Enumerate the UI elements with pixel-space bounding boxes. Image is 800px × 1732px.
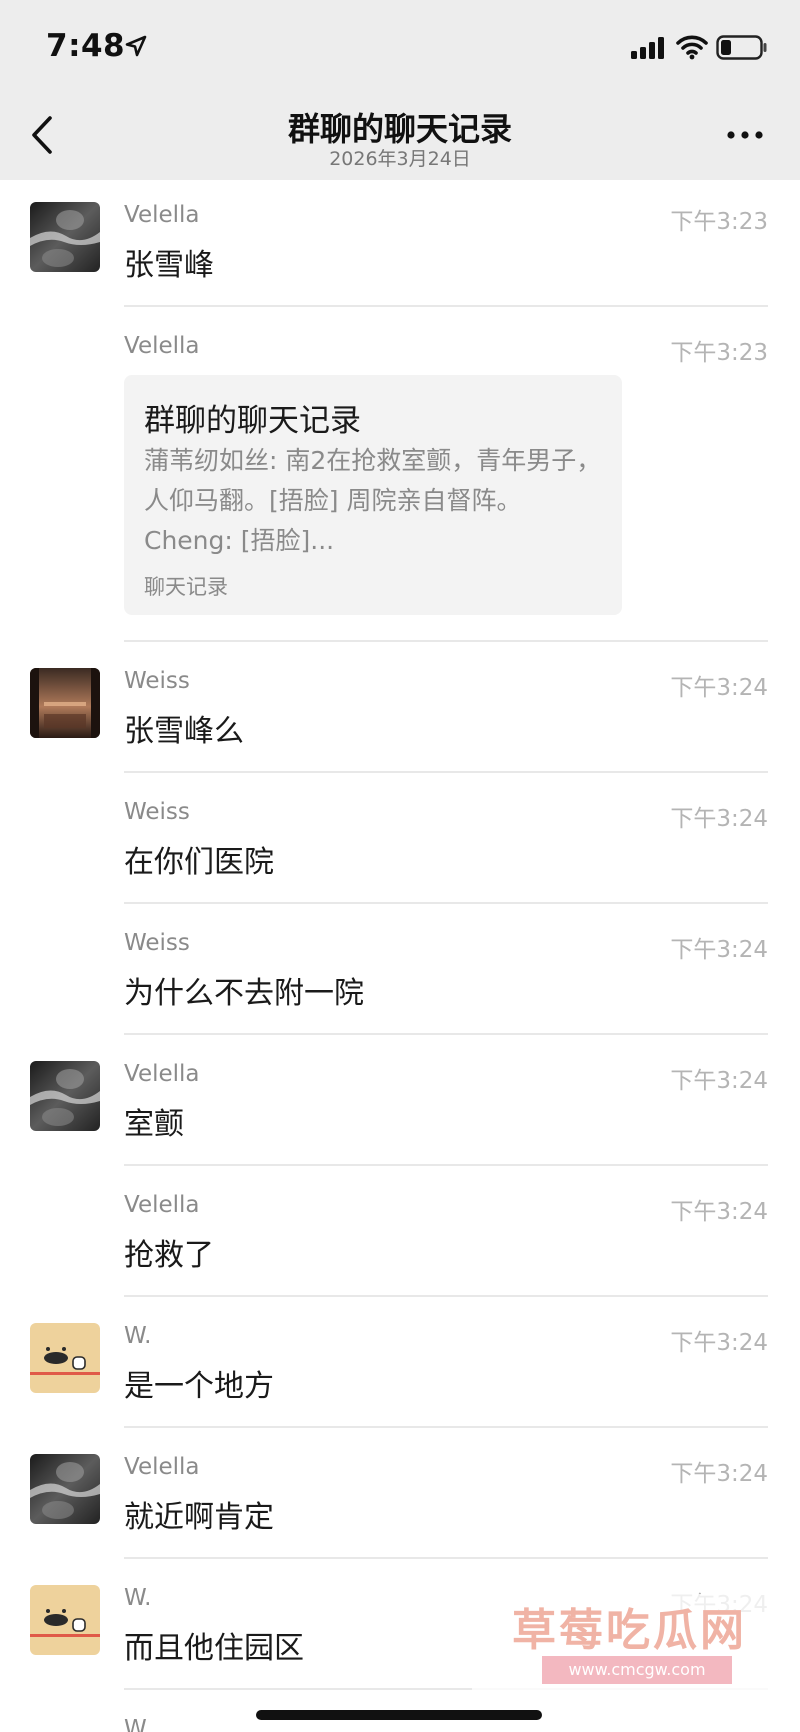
message-time: 下午3:24 — [670, 806, 768, 832]
message-time: 下午3:24 — [670, 675, 768, 701]
sender-name: Velella — [124, 1192, 200, 1218]
message-time: 下午3:24 — [670, 1068, 768, 1094]
sender-name: Velella — [124, 1454, 200, 1480]
card-label: 聊天记录 — [144, 575, 228, 599]
sender-name: W. — [124, 1323, 152, 1349]
watermark: 草莓吃瓜网 www.cmcgw.com — [472, 1594, 792, 1698]
message-text: 抢救了 — [124, 1238, 214, 1273]
divider — [124, 902, 768, 904]
sender-name: Weiss — [124, 799, 190, 825]
sender-name: Velella — [124, 333, 200, 359]
message-time: 下午3:23 — [670, 340, 768, 366]
avatar[interactable] — [30, 1323, 100, 1393]
status-time: 7:48 — [46, 28, 126, 64]
card-title: 群聊的聊天记录 — [144, 403, 361, 439]
nav-bar: 群聊的聊天记录 2026年3月24日 — [0, 90, 800, 180]
message-time: 下午3:24 — [670, 1199, 768, 1225]
status-bar: 7:48 — [0, 0, 800, 90]
divider — [124, 640, 768, 642]
message-item[interactable]: Weiss 下午3:24 为什么不去附一院 — [0, 908, 800, 1036]
message-text: 张雪峰么 — [124, 714, 244, 749]
message-time: 下午3:24 — [670, 1461, 768, 1487]
avatar[interactable] — [30, 668, 100, 738]
sender-name: Weiss — [124, 668, 190, 694]
divider — [124, 305, 768, 307]
message-text: 是一个地方 — [124, 1369, 274, 1404]
divider — [124, 1033, 768, 1035]
message-item[interactable]: Velella 下午3:23 群聊的聊天记录 蒲苇纫如丝: 南2在抢救室颤，青年… — [0, 311, 800, 642]
chat-record-card[interactable]: 群聊的聊天记录 蒲苇纫如丝: 南2在抢救室颤，青年男子，人仰马翻。[捂脸] 周院… — [124, 375, 622, 615]
watermark-text: 草莓吃瓜网 — [512, 1605, 747, 1656]
home-indicator[interactable] — [256, 1710, 542, 1720]
avatar[interactable] — [30, 1454, 100, 1524]
message-time: 下午3:24 — [670, 937, 768, 963]
message-item[interactable]: Velella 下午3:24 就近啊肯定 — [0, 1432, 800, 1560]
signal-icon — [631, 37, 664, 59]
message-text: 就近啊肯定 — [124, 1500, 274, 1535]
avatar[interactable] — [30, 1061, 100, 1131]
sender-name: W. — [124, 1716, 152, 1732]
message-text: 在你们医院 — [124, 845, 274, 880]
sender-name: Velella — [124, 202, 200, 228]
message-time: 下午3:24 — [670, 1330, 768, 1356]
avatar[interactable] — [30, 202, 100, 272]
message-item[interactable]: W. 下午3:24 是一个地方 — [0, 1301, 800, 1429]
message-item[interactable]: Velella 下午3:23 张雪峰 — [0, 180, 800, 308]
message-item[interactable]: Velella 下午3:24 室颤 — [0, 1039, 800, 1167]
message-time: 下午3:23 — [670, 209, 768, 235]
divider — [124, 1164, 768, 1166]
message-item[interactable]: Weiss 下午3:24 张雪峰么 — [0, 646, 800, 774]
divider — [124, 1557, 768, 1559]
message-text: 而且他住园区 — [124, 1631, 304, 1666]
wifi-icon — [676, 35, 708, 60]
message-item[interactable]: Velella 下午3:24 抢救了 — [0, 1170, 800, 1298]
watermark-url: www.cmcgw.com — [542, 1656, 732, 1684]
card-preview: 蒲苇纫如丝: 南2在抢救室颤，青年男子，人仰马翻。[捂脸] 周院亲自督阵。Che… — [144, 446, 602, 555]
sender-name: Velella — [124, 1061, 200, 1087]
message-item[interactable]: Weiss 下午3:24 在你们医院 — [0, 777, 800, 905]
battery-icon — [716, 35, 767, 60]
sender-name: W. — [124, 1585, 152, 1611]
message-text: 室颤 — [124, 1107, 184, 1142]
avatar[interactable] — [30, 1585, 100, 1655]
location-arrow-icon — [125, 35, 147, 57]
sender-name: Weiss — [124, 930, 190, 956]
divider — [124, 771, 768, 773]
divider — [124, 1295, 768, 1297]
more-icon[interactable] — [726, 128, 764, 142]
page-subtitle-date: 2026年3月24日 — [329, 148, 471, 170]
divider — [124, 1426, 768, 1428]
message-text: 张雪峰 — [124, 248, 214, 283]
message-text: 为什么不去附一院 — [124, 976, 364, 1011]
